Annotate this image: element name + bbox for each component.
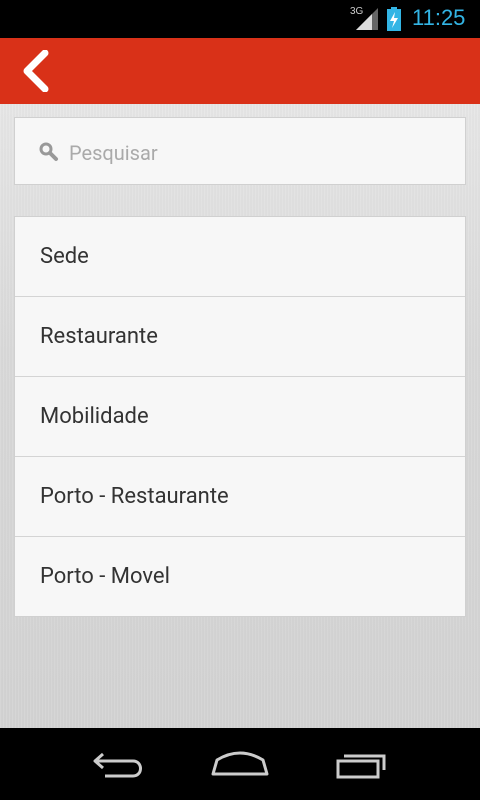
clock: 11:25	[412, 5, 466, 30]
search-input[interactable]	[67, 135, 451, 171]
search-box	[14, 117, 466, 185]
battery-icon	[387, 7, 401, 31]
search-icon	[39, 142, 58, 161]
list-item[interactable]: Mobilidade	[15, 377, 465, 457]
action-bar	[0, 38, 480, 104]
nav-back-button[interactable]	[85, 746, 155, 782]
nav-home-button[interactable]	[205, 746, 275, 782]
home-icon	[211, 751, 269, 776]
signal-icon	[356, 8, 378, 30]
location-list: Sede Restaurante Mobilidade Porto - Rest…	[14, 216, 466, 617]
list-item[interactable]: Sede	[15, 217, 465, 297]
chevron-left-icon	[23, 50, 49, 92]
recent-apps-icon	[336, 754, 386, 779]
list-item[interactable]: Porto - Movel	[15, 537, 465, 616]
list-item[interactable]: Restaurante	[15, 297, 465, 377]
back-arrow-icon	[93, 752, 142, 778]
list-item-label: Mobilidade	[40, 404, 149, 429]
content-area: Sede Restaurante Mobilidade Porto - Rest…	[0, 104, 480, 728]
list-item-label: Porto - Restaurante	[40, 484, 229, 509]
status-bar: 3G 11:25	[0, 0, 480, 38]
list-item-label: Sede	[40, 244, 89, 269]
list-item-label: Porto - Movel	[40, 564, 170, 589]
list-item-label: Restaurante	[40, 324, 158, 349]
back-button[interactable]	[14, 48, 58, 94]
navigation-bar	[0, 728, 480, 800]
nav-recent-button[interactable]	[326, 746, 396, 782]
list-item[interactable]: Porto - Restaurante	[15, 457, 465, 537]
